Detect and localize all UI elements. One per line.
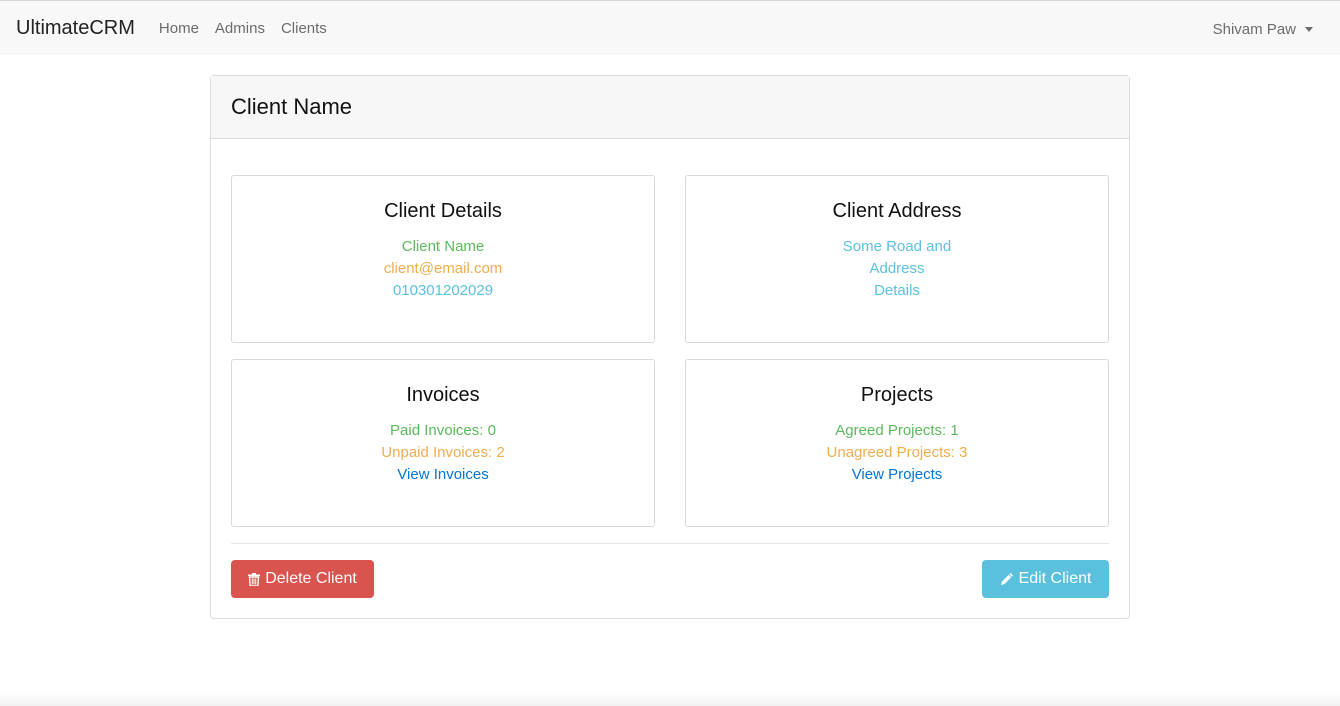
invoices-heading: Invoices [406,384,480,406]
edit-client-label: Edit Client [1018,570,1092,587]
client-card: Client Name Client Details Client Name c… [210,75,1130,619]
nav-home-link[interactable]: Home [159,20,199,37]
card-header: Client Name [211,76,1129,139]
client-details-heading: Client Details [384,200,502,222]
delete-client-button[interactable]: Delete Client [231,560,374,598]
delete-client-label: Delete Client [265,570,357,587]
user-name: Shivam Paw [1212,21,1296,38]
paid-invoices-text: Paid Invoices: 0 [390,422,496,439]
trash-icon [248,572,261,586]
client-address-panel: Client Address Some Road and Address Det… [685,175,1109,343]
client-details-panel: Client Details Client Name client@email.… [231,175,655,343]
page-title: Client Name [231,94,353,119]
address-line-3: Details [874,282,920,299]
address-line-2: Address [869,260,925,277]
divider [231,543,1109,544]
edit-client-button[interactable]: Edit Client [982,560,1109,598]
brand-logo[interactable]: UltimateCRM [16,18,135,38]
nav-clients-link[interactable]: Clients [281,20,327,37]
client-name-text: Client Name [401,238,485,255]
nav-admins-link[interactable]: Admins [215,20,265,37]
client-address-heading: Client Address [832,200,962,222]
projects-panel: Projects Agreed Projects: 1 Unagreed Pro… [685,359,1109,527]
invoices-panel: Invoices Paid Invoices: 0 Unpaid Invoice… [231,359,655,527]
bottom-shadow [0,692,1340,706]
address-line-1: Some Road and [842,238,952,255]
user-menu-dropdown[interactable]: Shivam Paw [1213,21,1313,38]
projects-heading: Projects [860,384,934,406]
agreed-projects-text: Agreed Projects: 1 [835,422,959,439]
top-navbar: UltimateCRM Home Admins Clients Shivam P… [0,0,1340,55]
view-invoices-link[interactable]: View Invoices [232,464,654,486]
caret-down-icon [1305,27,1313,32]
client-email-text: client@email.com [383,260,503,277]
pencil-icon [1000,573,1013,585]
unagreed-projects-text: Unagreed Projects: 3 [826,444,968,461]
unpaid-invoices-text: Unpaid Invoices: 2 [381,444,505,461]
view-projects-link[interactable]: View Projects [686,464,1108,486]
client-phone-text: 010301202029 [392,282,494,299]
